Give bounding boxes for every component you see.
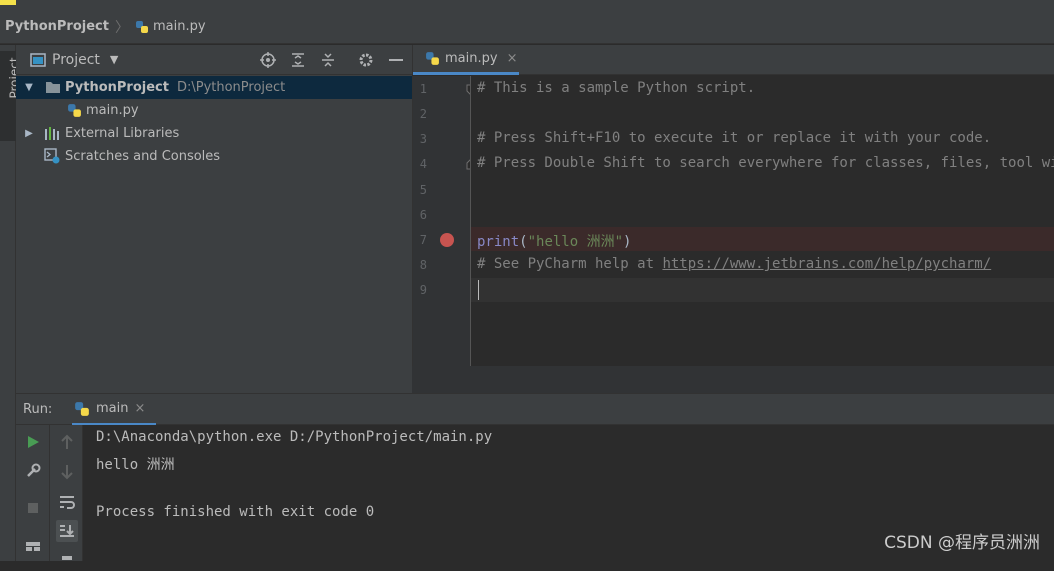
breadcrumb-file[interactable]: main.py [135, 19, 206, 34]
line-number: 7 [419, 233, 427, 247]
open-paren: ( [519, 234, 528, 250]
code-line-1: # This is a sample Python script. [477, 80, 756, 96]
code-line-4: # Press Double Shift to search everywher… [477, 155, 1054, 171]
run-console[interactable]: D:\Anaconda\python.exe D:/PythonProject/… [83, 425, 1054, 561]
tree-row-main-py[interactable]: main.py [16, 99, 412, 122]
rerun-button[interactable] [22, 431, 44, 453]
comment-prefix: # See PyCharm help at [477, 256, 663, 272]
help-link[interactable]: https://www.jetbrains.com/help/pycharm/ [662, 256, 991, 272]
editor-tab-bar: main.py × [412, 45, 1054, 75]
play-icon [28, 436, 39, 448]
stop-button[interactable] [22, 497, 44, 519]
tree-row-project-root[interactable]: ▼ PythonProject D:\PythonProject [16, 76, 412, 99]
print-keyword: print [477, 234, 520, 250]
line-number: 2 [419, 107, 427, 121]
project-panel-header: Project ▼ [16, 45, 412, 75]
python-file-icon [426, 52, 439, 65]
tree-row-scratches[interactable]: Scratches and Consoles [16, 145, 412, 168]
project-view-icon [30, 53, 46, 67]
scratches-icon [44, 148, 60, 164]
arrow-down-icon [61, 465, 73, 480]
soft-wrap-icon [60, 496, 75, 509]
python-file-icon [135, 20, 148, 33]
navigation-bar: PythonProject 〉 main.py [0, 10, 1054, 44]
caret-line-highlight [471, 278, 1054, 302]
python-run-config-icon [75, 401, 89, 416]
editor-gutter[interactable]: 1 2 3 4 5 6 7 8 9 [412, 76, 476, 366]
scroll-to-end-icon [60, 525, 74, 537]
code-line-7: print("hello 洲洲") [477, 231, 631, 251]
tree-row-external-libraries[interactable]: ▶ External Libraries [16, 122, 412, 145]
line-number: 1 [419, 82, 427, 96]
layout-button[interactable] [22, 535, 44, 557]
line-number: 3 [419, 132, 427, 146]
project-root-name: PythonProject [65, 80, 169, 95]
code-line-3: # Press Shift+F10 to execute it or repla… [477, 130, 992, 146]
expand-all-icon[interactable] [290, 52, 306, 68]
print-icon [62, 556, 72, 560]
close-run-tab-icon[interactable]: × [134, 401, 145, 416]
left-tool-strip: Project [0, 45, 22, 561]
text-caret [478, 280, 479, 300]
run-panel-header: Run: main × [16, 393, 1054, 426]
console-line-output: hello 洲洲 [96, 457, 175, 473]
tree-scratches-label: Scratches and Consoles [65, 149, 221, 164]
expand-arrow-icon[interactable]: ▼ [24, 82, 34, 93]
python-file-icon [68, 104, 81, 117]
folder-icon [46, 82, 60, 93]
code-line-8: # See PyCharm help at https://www.jetbra… [477, 256, 991, 272]
editor-tab-main-py[interactable]: main.py × [413, 45, 519, 75]
project-root-path: D:\PythonProject [176, 80, 286, 95]
run-tab-main[interactable]: main × [72, 394, 156, 426]
code-editor[interactable]: # This is a sample Python script. # Pres… [471, 76, 1054, 366]
csdn-watermark: CSDN @程序员洲洲 [884, 533, 1040, 553]
close-tab-icon[interactable]: × [507, 51, 518, 66]
run-toolbar-primary [16, 425, 50, 561]
tree-root-label: PythonProject D:\PythonProject [65, 80, 285, 95]
project-tree: ▼ PythonProject D:\PythonProject main.py … [16, 75, 412, 393]
line-number: 8 [419, 258, 427, 272]
tree-file-label: main.py [86, 103, 139, 118]
library-icon [45, 127, 59, 140]
collapse-all-icon[interactable] [320, 52, 336, 68]
run-tab-label: main [96, 401, 129, 416]
console-line-command: D:\Anaconda\python.exe D:/PythonProject/… [96, 429, 493, 445]
run-panel-label: Run: [23, 402, 53, 417]
breadcrumb-file-label: main.py [152, 19, 206, 34]
up-stack-frame-button[interactable] [56, 431, 78, 453]
console-line-exit: Process finished with exit code 0 [96, 504, 375, 520]
project-tool-window-tab[interactable]: Project [0, 51, 22, 141]
editor-empty-area [412, 366, 1054, 393]
tree-external-libraries-label: External Libraries [65, 126, 180, 141]
project-panel-title[interactable]: Project [52, 52, 100, 68]
layout-icon [26, 542, 40, 551]
gear-icon[interactable] [358, 52, 374, 68]
down-stack-frame-button[interactable] [56, 461, 78, 483]
run-toolbar-secondary [50, 425, 83, 561]
edit-configuration-button[interactable] [22, 460, 44, 482]
arrow-up-icon [61, 434, 73, 449]
hide-panel-icon[interactable] [388, 52, 404, 68]
line-number: 4 [419, 157, 427, 171]
scroll-to-end-button[interactable] [56, 520, 78, 542]
stop-icon [28, 503, 38, 513]
view-dropdown-icon[interactable]: ▼ [110, 53, 118, 66]
string-literal: "hello 洲洲" [527, 234, 624, 250]
locate-file-icon[interactable] [260, 52, 276, 68]
collapsed-arrow-icon[interactable]: ▶ [24, 128, 34, 139]
line-number: 9 [419, 283, 427, 297]
line-number: 5 [419, 183, 427, 197]
breakpoint-icon[interactable] [439, 232, 455, 248]
editor-tab-label: main.py [445, 51, 498, 66]
breadcrumb-project[interactable]: PythonProject [5, 19, 109, 34]
wrench-icon [27, 463, 41, 477]
menu-bar [0, 0, 1054, 10]
breadcrumb-separator-icon: 〉 [114, 19, 129, 36]
soft-wrap-button[interactable] [56, 491, 78, 513]
line-number: 6 [419, 208, 427, 222]
close-paren: ) [623, 234, 632, 250]
app-logo-icon [0, 0, 16, 5]
print-button[interactable] [56, 549, 78, 571]
